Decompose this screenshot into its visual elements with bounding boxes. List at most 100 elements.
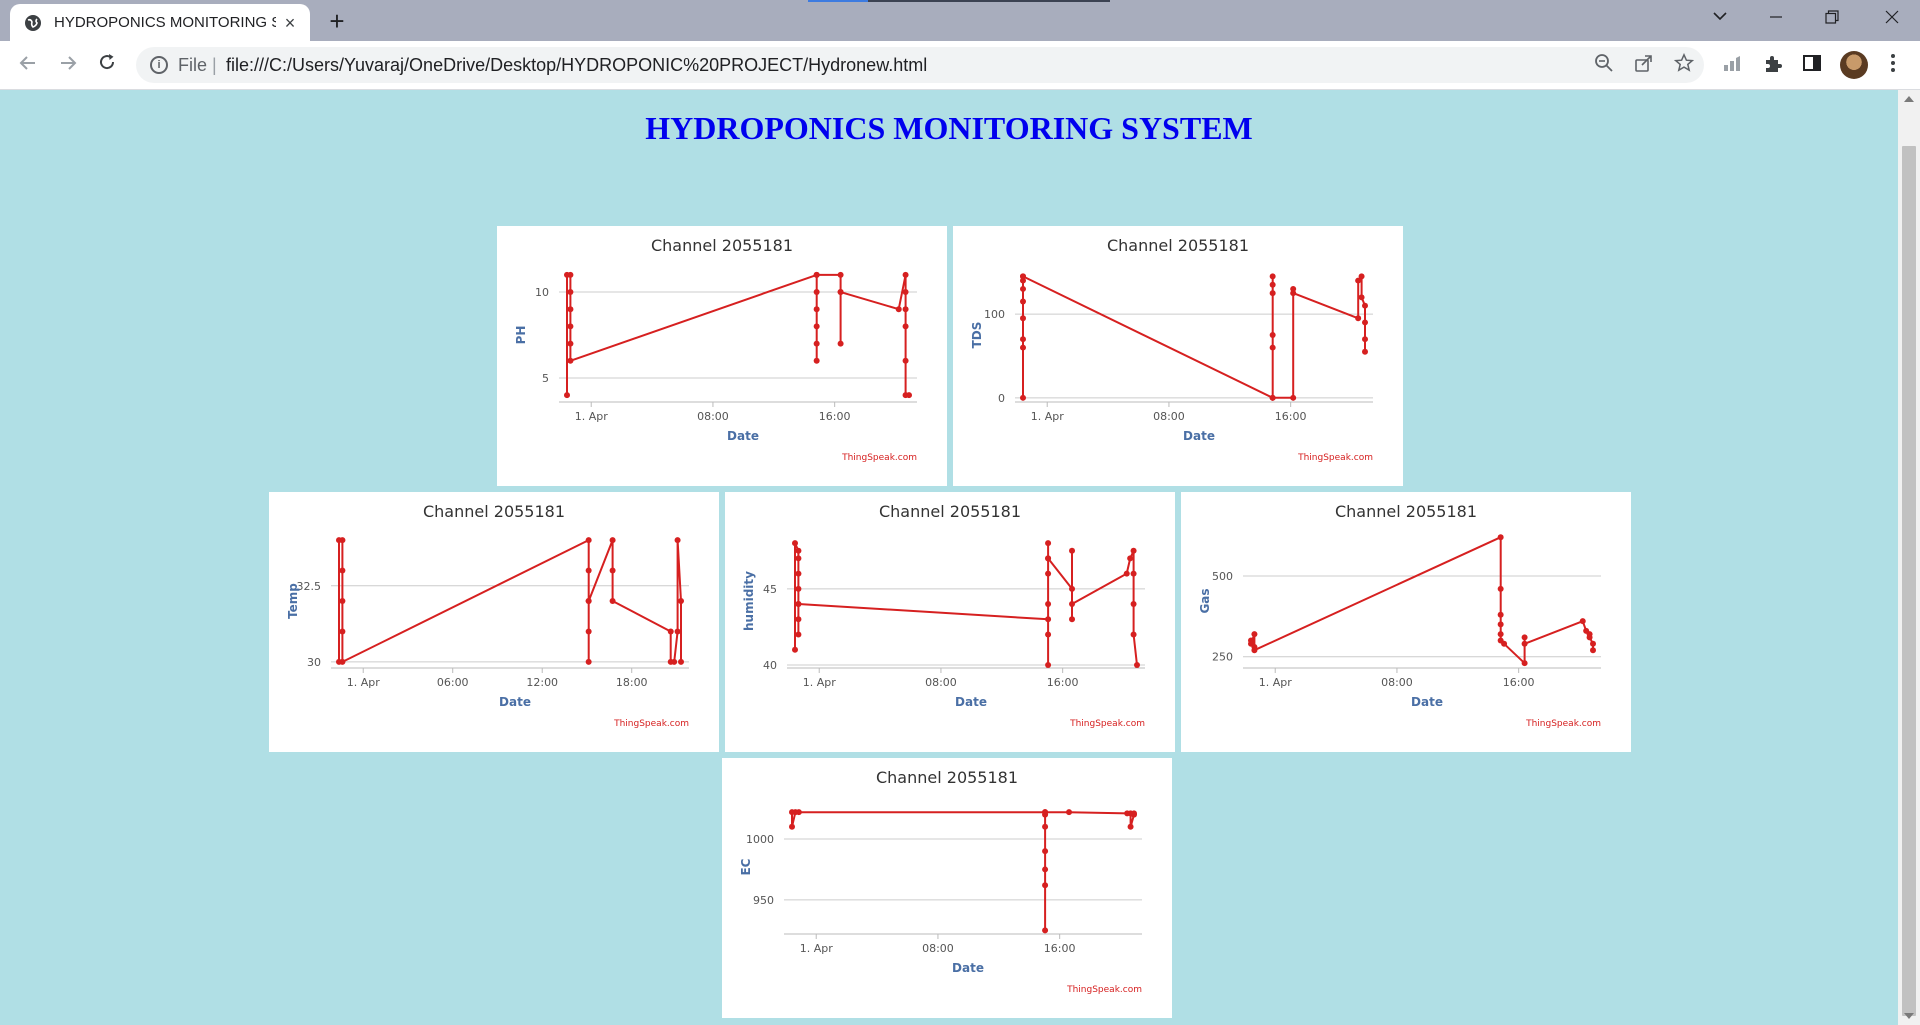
chart-4-data-point-11[interactable] [1501, 640, 1508, 647]
chart-3-data-point-8[interactable] [795, 631, 802, 638]
chart-2-data-point-16[interactable] [667, 628, 674, 635]
chart-3-data-point-2[interactable] [795, 547, 802, 554]
chart-3-data-point-12[interactable] [1045, 631, 1052, 638]
chart-0-data-point-2[interactable] [567, 271, 574, 278]
chart-3-data-point-3[interactable] [795, 555, 802, 562]
avatar[interactable] [1840, 51, 1868, 79]
chart-4-data-point-9[interactable] [1497, 631, 1504, 638]
chart-5-data-point-17[interactable] [1131, 810, 1137, 817]
info-icon[interactable]: i [150, 56, 168, 74]
chart-2-data-point-2[interactable] [339, 537, 346, 544]
chart-3-data-point-20[interactable] [1069, 547, 1076, 554]
chart-2-data-point-13[interactable] [609, 537, 616, 544]
side-panel-icon[interactable] [1799, 53, 1825, 79]
chart-2-data-point-14[interactable] [609, 567, 616, 574]
chart-5-data-point-1[interactable] [789, 823, 795, 830]
back-button[interactable] [12, 49, 44, 81]
chart-0-data-point-3[interactable] [567, 289, 574, 296]
chart-3-data-point-22[interactable] [1123, 570, 1130, 577]
chart-0-data-point-15[interactable] [837, 271, 844, 278]
chart-3-data-point-14[interactable] [1045, 570, 1052, 577]
chart-3-data-point-4[interactable] [795, 570, 802, 577]
new-tab-button[interactable]: + [324, 8, 350, 35]
url-text[interactable]: file:///C:/Users/Yuvaraj/OneDrive/Deskto… [226, 55, 927, 76]
chart-1-data-point-22[interactable] [1358, 294, 1365, 301]
chart-5-data-point-3[interactable] [795, 809, 802, 816]
chart-5-data-point-9[interactable] [1042, 882, 1049, 889]
chart-5-data-point-15[interactable] [1127, 823, 1134, 830]
chart-1-data-point-5[interactable] [1020, 315, 1026, 322]
chart-5-data-point-10[interactable] [1042, 927, 1049, 934]
scroll-down-arrow-icon[interactable] [1904, 1013, 1914, 1019]
chart-1-data-point-10[interactable] [1269, 273, 1276, 280]
chart-4-data-point-6[interactable] [1497, 585, 1504, 592]
minimize-button[interactable] [1750, 0, 1802, 37]
chart-0-data-point-22[interactable] [902, 306, 909, 313]
window-close-button[interactable] [1866, 0, 1918, 37]
chart-1-data-point-0[interactable] [1020, 394, 1026, 401]
chart-5-data-point-8[interactable] [1042, 866, 1049, 873]
chart-3-data-point-18[interactable] [1069, 585, 1076, 592]
chart-0-data-point-10[interactable] [813, 306, 820, 313]
chart-3-data-point-23[interactable] [1127, 555, 1134, 562]
chart-2-data-point-10[interactable] [585, 628, 592, 635]
chart-2-data-point-21[interactable] [678, 598, 684, 604]
chart-3-data-point-11[interactable] [1045, 661, 1052, 668]
chart-3-data-point-13[interactable] [1045, 601, 1052, 608]
chart-2-data-point-8[interactable] [585, 567, 592, 574]
chart-4-data-point-8[interactable] [1497, 621, 1504, 628]
address-bar[interactable]: i File | file:///C:/Users/Yuvaraj/OneDri… [136, 47, 1704, 83]
active-tab[interactable]: HYDROPONICS MONITORING SYSTEM × [10, 4, 310, 41]
chart-4-data-point-15[interactable] [1579, 618, 1586, 625]
chart-2-data-point-11[interactable] [585, 658, 592, 665]
chart-2-data-point-4[interactable] [339, 598, 346, 604]
chart-1-data-point-4[interactable] [1020, 298, 1026, 305]
chart-4-data-point-20[interactable] [1590, 647, 1596, 654]
chart-4-data-point-14[interactable] [1521, 640, 1528, 647]
chart-4-data-point-18[interactable] [1586, 634, 1593, 641]
chart-4-data-point-19[interactable] [1590, 640, 1596, 647]
chart-1-data-point-7[interactable] [1020, 344, 1026, 351]
page-scrollbar[interactable] [1898, 90, 1920, 1025]
chart-2-data-point-22[interactable] [678, 658, 684, 665]
chart-2-data-point-5[interactable] [339, 628, 346, 635]
star-icon[interactable] [1672, 52, 1696, 77]
chart-3-data-point-5[interactable] [795, 585, 802, 592]
chart-0-data-point-13[interactable] [813, 357, 820, 364]
chart-1-data-point-3[interactable] [1020, 285, 1026, 292]
chart-2-data-point-18[interactable] [671, 658, 678, 665]
forward-button[interactable] [52, 49, 84, 81]
chart-1-data-point-23[interactable] [1362, 302, 1368, 309]
chart-3-data-point-28[interactable] [1134, 661, 1140, 668]
chart-4-data-point-7[interactable] [1497, 611, 1504, 618]
chart-5-data-point-6[interactable] [1042, 823, 1049, 830]
chart-2-data-point-15[interactable] [609, 598, 616, 604]
chart-2-data-point-6[interactable] [339, 658, 346, 665]
chart-3-data-point-17[interactable] [1045, 555, 1052, 562]
chart-1-data-point-6[interactable] [1020, 336, 1026, 343]
chart-4-data-point-13[interactable] [1521, 634, 1528, 641]
performance-icon[interactable] [1720, 53, 1746, 79]
chart-3-data-point-19[interactable] [1069, 616, 1076, 623]
scroll-thumb[interactable] [1902, 146, 1916, 1016]
chart-2-data-point-20[interactable] [674, 537, 681, 544]
chart-0-data-point-4[interactable] [567, 306, 574, 313]
chart-1-data-point-12[interactable] [1269, 290, 1276, 297]
chart-5-data-point-11[interactable] [1042, 809, 1049, 816]
chart-0-data-point-26[interactable] [906, 392, 912, 399]
chart-4-data-point-12[interactable] [1521, 660, 1528, 667]
chart-0-data-point-14[interactable] [813, 271, 820, 278]
chart-3-data-point-16[interactable] [1045, 540, 1052, 547]
chart-1-data-point-18[interactable] [1290, 290, 1297, 297]
chart-0-data-point-18[interactable] [837, 289, 844, 296]
menu-kebab-icon[interactable] [1880, 53, 1906, 79]
chart-3-data-point-0[interactable] [792, 646, 798, 653]
tab-close-button[interactable]: × [280, 13, 300, 33]
restore-button[interactable] [1806, 0, 1858, 37]
zoom-out-icon[interactable] [1592, 53, 1616, 77]
chart-5-data-point-12[interactable] [1066, 809, 1073, 816]
chart-1-data-point-26[interactable] [1362, 348, 1368, 355]
scroll-up-arrow-icon[interactable] [1904, 96, 1914, 102]
chart-3-data-point-7[interactable] [795, 616, 802, 623]
chart-2-data-point-12[interactable] [585, 598, 592, 604]
